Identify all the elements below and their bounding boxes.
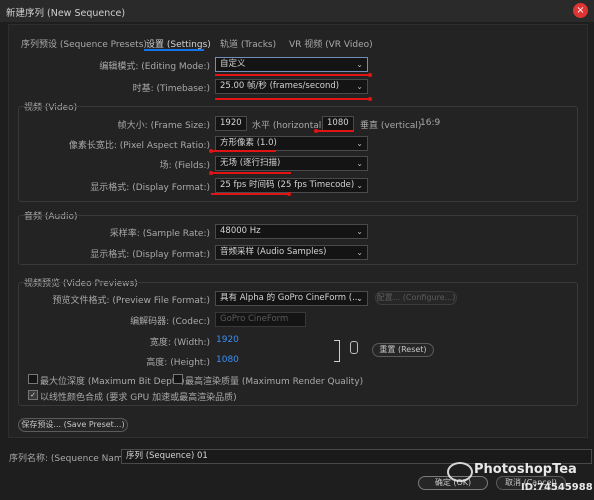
max-bit-depth-checkbox[interactable]	[28, 374, 38, 384]
audio-display-format-select[interactable]: 音频采样 (Audio Samples) ⌄	[215, 245, 368, 260]
wechat-icon	[447, 462, 473, 482]
link-bracket	[334, 340, 340, 362]
save-preset-button[interactable]: 保存预设... (Save Preset...)	[18, 418, 128, 432]
video-display-format-select[interactable]: 25 fps 时间码 (25 fps Timecode) ⌄	[215, 178, 368, 193]
link-icon[interactable]	[350, 341, 358, 354]
red-annotation-dot	[368, 97, 372, 101]
sample-rate-label: 采样率: (Sample Rate:)	[109, 229, 210, 239]
pixel-aspect-select[interactable]: 方形像素 (1.0) ⌄	[215, 136, 368, 151]
active-tab-indicator	[144, 49, 204, 51]
codec-label: 编解码器: (Codec:)	[130, 317, 210, 327]
max-render-quality-checkbox[interactable]	[173, 374, 183, 384]
red-annotation-dot	[368, 73, 372, 77]
red-annotation-line	[316, 130, 354, 132]
red-annotation-dot	[209, 149, 213, 153]
chevron-down-icon: ⌄	[356, 159, 363, 168]
editing-mode-select[interactable]: 自定义 ⌄	[215, 57, 368, 72]
preview-height-label: 高度: (Height:)	[146, 358, 210, 368]
tab-tracks[interactable]: 轨道 (Tracks)	[220, 37, 276, 50]
preview-file-format-select[interactable]: 具有 Alpha 的 GoPro CineForm (... ⌄	[215, 291, 368, 306]
frame-size-label: 帧大小: (Frame Size:)	[117, 121, 210, 131]
editing-mode-label: 编辑模式: (Editing Mode:)	[99, 62, 210, 72]
chevron-down-icon: ⌄	[356, 82, 363, 91]
timebase-label: 时基: (Timebase:)	[132, 84, 210, 94]
chevron-down-icon: ⌄	[356, 60, 363, 69]
sequence-name-label: 序列名称: (Sequence Name:)	[9, 454, 135, 464]
red-annotation-line	[215, 74, 370, 76]
configure-button[interactable]: 配置... (Configure...)	[375, 291, 457, 305]
video-display-format-value: 25 fps 时间码 (25 fps Timecode)	[220, 180, 355, 190]
fields-value: 无场 (逐行扫描)	[220, 158, 281, 168]
red-annotation-dot	[209, 171, 213, 175]
red-annotation-line	[215, 98, 370, 100]
chevron-down-icon: ⌄	[356, 227, 363, 236]
audio-display-format-label: 显示格式: (Display Format:)	[90, 250, 210, 260]
video-display-format-label: 显示格式: (Display Format:)	[90, 183, 210, 193]
preview-width-value[interactable]: 1920	[216, 335, 239, 345]
fields-select[interactable]: 无场 (逐行扫描) ⌄	[215, 156, 368, 171]
tab-vr-video[interactable]: VR 视频 (VR Video)	[289, 37, 373, 50]
linear-color-label: 以线性颜色合成 (要求 GPU 加速或最高渲染品质)	[40, 393, 237, 403]
red-annotation-dot	[287, 192, 291, 196]
preview-width-label: 宽度: (Width:)	[149, 338, 210, 348]
sample-rate-select[interactable]: 48000 Hz ⌄	[215, 224, 368, 239]
chevron-down-icon: ⌄	[356, 294, 363, 303]
red-annotation-line	[211, 150, 276, 152]
preview-file-format-label: 预览文件格式: (Preview File Format:)	[52, 296, 210, 306]
fields-label: 场: (Fields:)	[159, 161, 210, 171]
red-annotation-line	[211, 193, 289, 195]
preview-file-format-value: 具有 Alpha 的 GoPro CineForm (...	[220, 293, 361, 303]
frame-height-input[interactable]: 1080	[322, 116, 354, 131]
red-annotation-dot	[314, 129, 318, 133]
aspect-ratio-text: 16:9	[420, 118, 441, 128]
chevron-down-icon: ⌄	[356, 139, 363, 148]
window-title: 新建序列 (New Sequence)	[6, 8, 126, 19]
red-annotation-line	[211, 172, 291, 174]
timebase-select[interactable]: 25.00 帧/秒 (frames/second) ⌄	[215, 79, 368, 94]
linear-color-checkbox[interactable]: ✓	[28, 390, 38, 400]
pixel-aspect-label: 像素长宽比: (Pixel Aspect Ratio:)	[68, 141, 210, 151]
codec-select[interactable]: GoPro CineForm	[215, 312, 306, 327]
preview-height-value[interactable]: 1080	[216, 355, 239, 365]
chevron-down-icon: ⌄	[356, 248, 363, 257]
vertical-label: 垂直 (vertical)	[360, 121, 422, 131]
watermark-brand: PhotoshopTea	[474, 462, 577, 477]
sample-rate-value: 48000 Hz	[220, 226, 261, 236]
tab-sequence-presets[interactable]: 序列预设 (Sequence Presets)	[21, 37, 147, 50]
audio-display-format-value: 音频采样 (Audio Samples)	[220, 247, 327, 257]
max-bit-depth-label: 最大位深度 (Maximum Bit Depth)	[40, 377, 185, 387]
chevron-down-icon: ⌄	[356, 181, 363, 190]
pixel-aspect-value: 方形像素 (1.0)	[220, 138, 277, 148]
close-icon[interactable]: ×	[573, 3, 588, 18]
editing-mode-value: 自定义	[220, 59, 246, 69]
reset-button[interactable]: 重置 (Reset)	[372, 343, 434, 357]
frame-width-input[interactable]: 1920	[215, 116, 247, 131]
timebase-value: 25.00 帧/秒 (frames/second)	[220, 81, 340, 91]
codec-value: GoPro CineForm	[220, 314, 289, 324]
watermark-id: ID:74545988	[521, 482, 593, 493]
max-render-quality-label: 最高渲染质量 (Maximum Render Quality)	[185, 377, 364, 387]
